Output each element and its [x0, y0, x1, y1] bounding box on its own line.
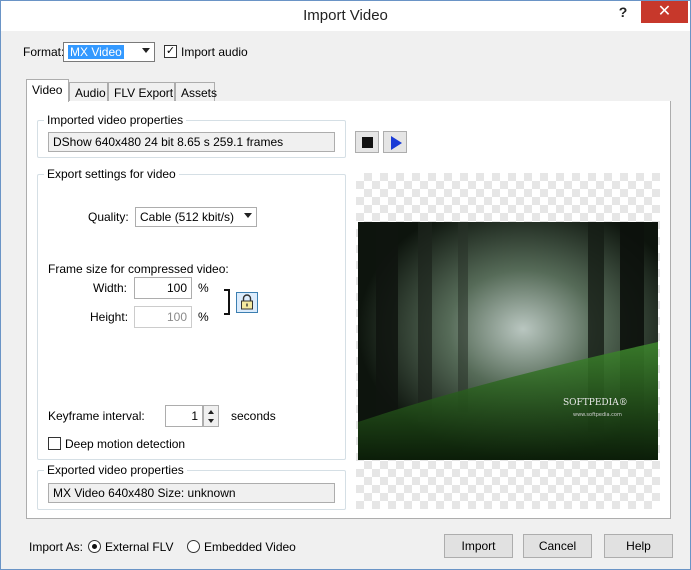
width-label: Width: — [93, 281, 128, 295]
imported-properties-group: Imported video properties DShow 640x480 … — [37, 113, 346, 158]
stop-icon — [362, 137, 373, 148]
imported-properties-title: Imported video properties — [44, 113, 187, 127]
deep-motion-checkbox[interactable] — [48, 437, 61, 450]
softpedia-watermark: SOFTPEDIA® — [563, 398, 628, 408]
tab-audio[interactable]: Audio — [69, 82, 108, 102]
checkmark-icon: ✓ — [165, 45, 176, 57]
exported-properties-group: Exported video properties MX Video 640x4… — [37, 463, 346, 510]
format-label: Format: — [23, 45, 65, 59]
tab-video[interactable]: Video — [26, 79, 69, 102]
lock-icon — [241, 294, 253, 310]
keyframe-label: Keyframe interval: — [48, 409, 145, 423]
external-flv-radio[interactable] — [88, 540, 101, 553]
external-flv-label: External FLV — [105, 540, 174, 554]
video-preview: SOFTPEDIA® www.softpedia.com — [356, 173, 660, 509]
frame-size-label: Frame size for compressed video: — [48, 262, 229, 276]
format-select[interactable]: MX Video — [63, 42, 155, 62]
height-input[interactable]: 100 — [134, 306, 192, 328]
help-icon[interactable]: ? — [609, 1, 637, 23]
keyframe-spinner[interactable] — [203, 405, 219, 427]
import-button[interactable]: Import — [444, 534, 513, 558]
play-button[interactable] — [383, 131, 407, 153]
aspect-link-bracket — [224, 289, 230, 315]
stop-button[interactable] — [355, 131, 379, 153]
embedded-video-label: Embedded Video — [204, 540, 296, 554]
radio-selected-dot — [92, 544, 97, 549]
height-percent: % — [198, 310, 209, 324]
export-settings-title: Export settings for video — [44, 167, 179, 181]
play-icon — [391, 136, 402, 150]
width-percent: % — [198, 281, 209, 295]
lock-aspect-button[interactable] — [236, 292, 258, 313]
embedded-video-radio[interactable] — [187, 540, 200, 553]
tab-assets[interactable]: Assets — [175, 82, 217, 102]
format-value: MX Video — [68, 45, 124, 59]
window-title: Import Video — [303, 7, 388, 24]
import-audio-checkbox[interactable]: ✓ — [164, 45, 177, 58]
chevron-down-icon — [142, 48, 150, 53]
tab-flv-export[interactable]: FLV Export — [108, 82, 175, 102]
softpedia-url: www.softpedia.com — [573, 412, 622, 418]
quality-label: Quality: — [88, 210, 129, 224]
title-bar: Import Video ? ✕ — [1, 1, 690, 31]
imported-properties-value: DShow 640x480 24 bit 8.65 s 259.1 frames — [48, 132, 335, 152]
import-video-dialog: Import Video ? ✕ Format: MX Video ✓ Impo… — [0, 0, 691, 570]
quality-select[interactable]: Cable (512 kbit/s) — [135, 207, 257, 227]
chevron-down-icon — [244, 213, 252, 218]
exported-properties-value: MX Video 640x480 Size: unknown — [48, 483, 335, 503]
export-settings-group: Export settings for video Quality: Cable… — [37, 167, 346, 460]
forest-image: SOFTPEDIA® www.softpedia.com — [358, 222, 658, 460]
video-frame: SOFTPEDIA® www.softpedia.com — [358, 222, 658, 460]
deep-motion-label: Deep motion detection — [65, 437, 186, 451]
import-as-label: Import As: — [29, 540, 84, 554]
quality-value: Cable (512 kbit/s) — [140, 210, 235, 224]
seconds-label: seconds — [231, 409, 276, 423]
import-audio-label: Import audio — [181, 45, 248, 59]
help-button[interactable]: Help — [604, 534, 673, 558]
spin-up-icon[interactable] — [208, 410, 214, 414]
width-input[interactable]: 100 — [134, 277, 192, 299]
height-label: Height: — [90, 310, 129, 324]
close-button[interactable]: ✕ — [641, 1, 688, 23]
spin-down-icon[interactable] — [208, 419, 214, 423]
cancel-button[interactable]: Cancel — [523, 534, 592, 558]
keyframe-input[interactable]: 1 — [165, 405, 203, 427]
exported-properties-title: Exported video properties — [44, 463, 187, 477]
